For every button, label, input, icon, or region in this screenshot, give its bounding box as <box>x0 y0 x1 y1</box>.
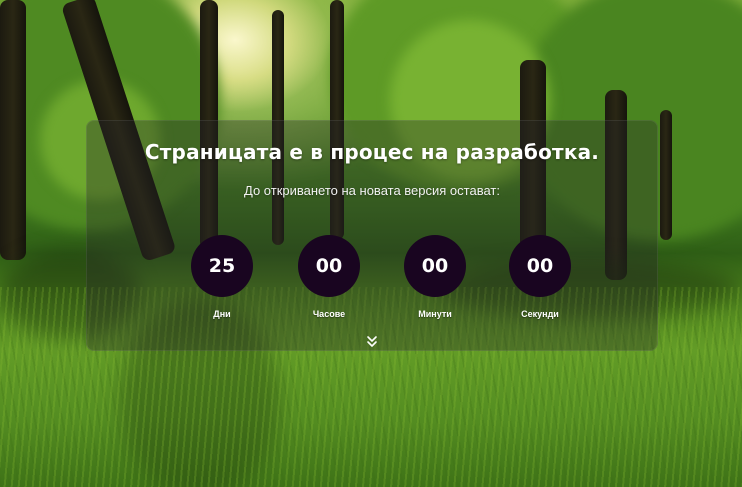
countdown-seconds: 00 Секунди <box>500 235 580 319</box>
coming-soon-panel: Страницата е в процес на разработка. До … <box>86 120 658 351</box>
countdown-days: 25 Дни <box>182 235 262 319</box>
double-chevron-down-icon[interactable] <box>365 335 379 349</box>
page-title: Страницата е в процес на разработка. <box>144 140 600 164</box>
minutes-label: Минути <box>418 309 452 319</box>
days-label: Дни <box>213 309 231 319</box>
seconds-label: Секунди <box>521 309 559 319</box>
page-subtitle: До откриването на новата версия остават: <box>244 183 500 198</box>
countdown-minutes: 00 Минути <box>395 235 475 319</box>
seconds-value: 00 <box>509 235 571 297</box>
minutes-value: 00 <box>404 235 466 297</box>
hours-label: Часове <box>312 309 346 319</box>
days-value: 25 <box>191 235 253 297</box>
hours-value: 00 <box>298 235 360 297</box>
countdown-hours: 00 Часове <box>289 235 369 319</box>
countdown: 25 Дни 00 Часове 00 Минути 00 Секунди <box>86 235 658 325</box>
